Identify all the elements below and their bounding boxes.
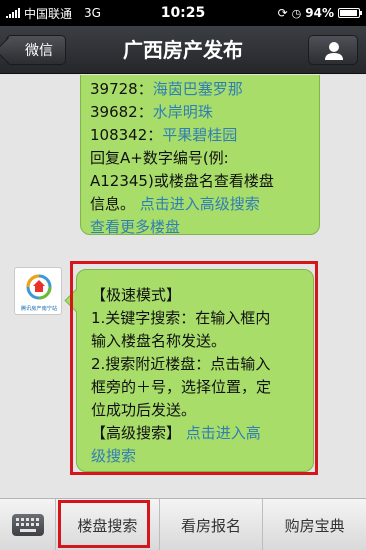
message-line: 108342：平果碧桂园 — [90, 126, 238, 144]
message-link[interactable]: 水岸明珠 — [153, 103, 213, 121]
message-link[interactable]: 平果碧桂园 — [162, 126, 237, 144]
battery-icon — [338, 8, 362, 18]
network-label: 3G — [84, 6, 101, 20]
highlight-box — [70, 261, 318, 475]
menu-buying-guide[interactable]: 购房宝典 — [263, 499, 366, 550]
rotation-lock-icon: ⟳ — [277, 6, 288, 20]
more-listings-link[interactable]: 查看更多楼盘 — [90, 218, 180, 236]
keyboard-toggle-button[interactable] — [0, 499, 56, 550]
message-line: 查看更多楼盘 — [90, 216, 309, 239]
person-icon — [325, 42, 343, 60]
sender-avatar[interactable]: 腾讯房产南宁站 — [14, 267, 62, 315]
message-line: A12345)或楼盘名查看楼盘 — [90, 172, 274, 190]
signal-icon — [6, 8, 20, 18]
tencent-house-logo-icon: 腾讯房产南宁站 — [21, 274, 57, 312]
advanced-search-link[interactable]: 点击进入高级搜索 — [140, 195, 260, 213]
profile-button[interactable] — [308, 35, 358, 65]
nav-bar: 广西房产发布 微信 — [0, 26, 366, 74]
menu-viewing-signup[interactable]: 看房报名 — [160, 499, 264, 550]
message-bubble: 39728：海茵巴塞罗那 39682：水岸明珠 108342：平果碧桂园 回复A… — [80, 75, 320, 236]
message-link[interactable]: 海茵巴塞罗那 — [153, 80, 243, 98]
message-line: 信息。 点击进入高级搜索 — [90, 195, 260, 213]
bottom-menu-bar: 楼盘搜索 看房报名 购房宝典 — [0, 498, 366, 550]
status-bar: 中国联通 3G 10:25 ⟳ ◷ 94% — [0, 0, 366, 26]
message-line: 回复A+数字编号(例: — [90, 149, 229, 167]
svg-text:腾讯房产南宁站: 腾讯房产南宁站 — [21, 304, 57, 312]
clock: 10:25 — [160, 5, 206, 21]
keyboard-icon — [11, 514, 44, 536]
alarm-icon: ◷ — [291, 6, 302, 20]
back-button-label: 微信 — [25, 43, 53, 59]
highlight-box — [58, 500, 150, 548]
chat-area[interactable]: 39728：海茵巴塞罗那 39682：水岸明珠 108342：平果碧桂园 回复A… — [0, 75, 366, 498]
carrier-label: 中国联通 — [24, 6, 73, 21]
message-line: 39728：海茵巴塞罗那 — [90, 80, 243, 98]
back-button[interactable]: 微信 — [6, 35, 66, 65]
battery-percent: 94% — [305, 6, 334, 20]
message-line: 39682：水岸明珠 — [90, 103, 213, 121]
